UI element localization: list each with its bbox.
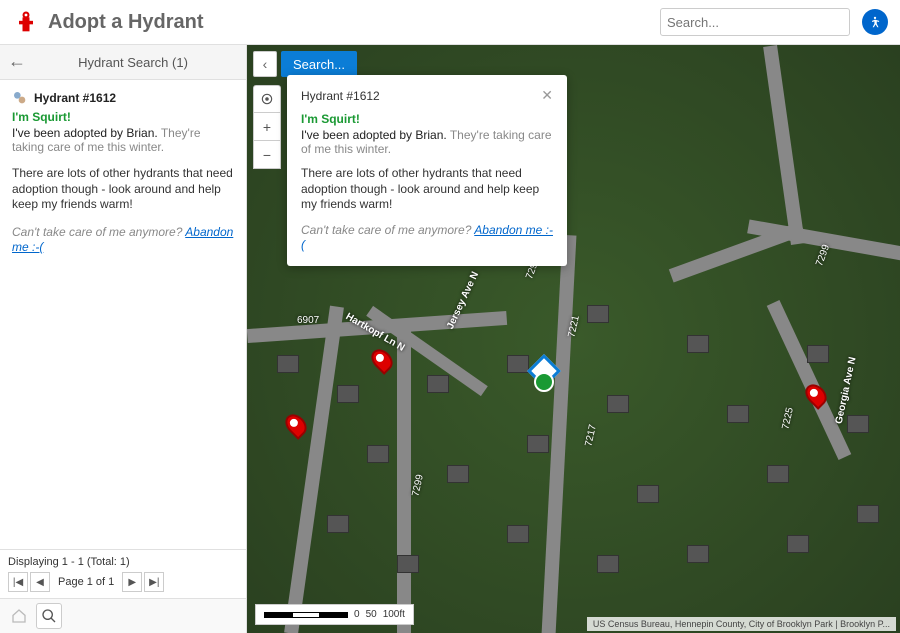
- result-icon: [12, 90, 28, 106]
- result-count: Displaying 1 - 1 (Total: 1): [8, 556, 238, 568]
- map-search-button[interactable]: Search...: [281, 51, 357, 77]
- map[interactable]: ‹ Search... + − Hydrant #1612 ✕ I'm Squi…: [247, 45, 900, 633]
- map-controls: + −: [253, 85, 281, 169]
- sidebar-title: Hydrant Search (1): [28, 55, 238, 70]
- zoom-in-button[interactable]: +: [253, 113, 281, 141]
- accessibility-button[interactable]: [862, 9, 888, 35]
- search-tool-button[interactable]: [36, 603, 62, 629]
- hydrant-marker-adopted[interactable]: [534, 372, 554, 392]
- popup-adoption-status: I've been adopted by Brian. They're taki…: [301, 128, 553, 156]
- app-title: Adopt a Hydrant: [48, 11, 204, 34]
- adoption-status: I've been adopted by Brian. They're taki…: [12, 126, 234, 154]
- pager-text: Page 1 of 1: [52, 576, 120, 588]
- abandon-line: Can't take care of me anymore? Abandon m…: [12, 225, 234, 256]
- hydrant-name: I'm Squirt!: [12, 110, 234, 124]
- hydrant-logo-icon: [12, 8, 40, 36]
- home-icon: [11, 608, 27, 624]
- sidebar-tools: [0, 598, 246, 633]
- popup-close-button[interactable]: ✕: [541, 87, 553, 104]
- search-input[interactable]: [667, 15, 843, 30]
- popup-title: Hydrant #1612: [301, 89, 380, 103]
- zoom-out-button[interactable]: −: [253, 141, 281, 169]
- map-popup: Hydrant #1612 ✕ I'm Squirt! I've been ad…: [287, 75, 567, 266]
- sidebar-footer: Displaying 1 - 1 (Total: 1) |◀ ◀ Page 1 …: [0, 549, 246, 598]
- pager-first-button[interactable]: |◀: [8, 572, 28, 592]
- back-button[interactable]: ←: [8, 52, 28, 72]
- accessibility-icon: [868, 15, 882, 29]
- magnifier-icon: [41, 608, 57, 624]
- address-label: 6907: [297, 315, 319, 326]
- pager: |◀ ◀ Page 1 of 1 ▶ ▶|: [8, 572, 238, 592]
- info-paragraph: There are lots of other hydrants that ne…: [12, 166, 234, 213]
- pager-prev-button[interactable]: ◀: [30, 572, 50, 592]
- scale-bar: 050100ft: [255, 604, 414, 625]
- locate-button[interactable]: [253, 85, 281, 113]
- sidebar-body: Hydrant #1612 I'm Squirt! I've been adop…: [0, 80, 246, 549]
- pager-last-button[interactable]: ▶|: [144, 572, 164, 592]
- popup-hydrant-name: I'm Squirt!: [301, 112, 553, 126]
- global-search[interactable]: [660, 8, 850, 36]
- sidebar-header: ← Hydrant Search (1): [0, 45, 246, 80]
- sidebar: ← Hydrant Search (1) Hydrant #1612 I'm S…: [0, 45, 247, 633]
- map-attribution: US Census Bureau, Hennepin County, City …: [587, 617, 896, 631]
- crosshair-icon: [260, 92, 274, 106]
- home-tool-button[interactable]: [6, 603, 32, 629]
- collapse-sidebar-button[interactable]: ‹: [253, 51, 277, 77]
- popup-info: There are lots of other hydrants that ne…: [301, 166, 553, 213]
- result-title[interactable]: Hydrant #1612: [34, 91, 116, 105]
- popup-abandon-line: Can't take care of me anymore? Abandon m…: [301, 223, 553, 254]
- pager-next-button[interactable]: ▶: [122, 572, 142, 592]
- top-bar: Adopt a Hydrant: [0, 0, 900, 45]
